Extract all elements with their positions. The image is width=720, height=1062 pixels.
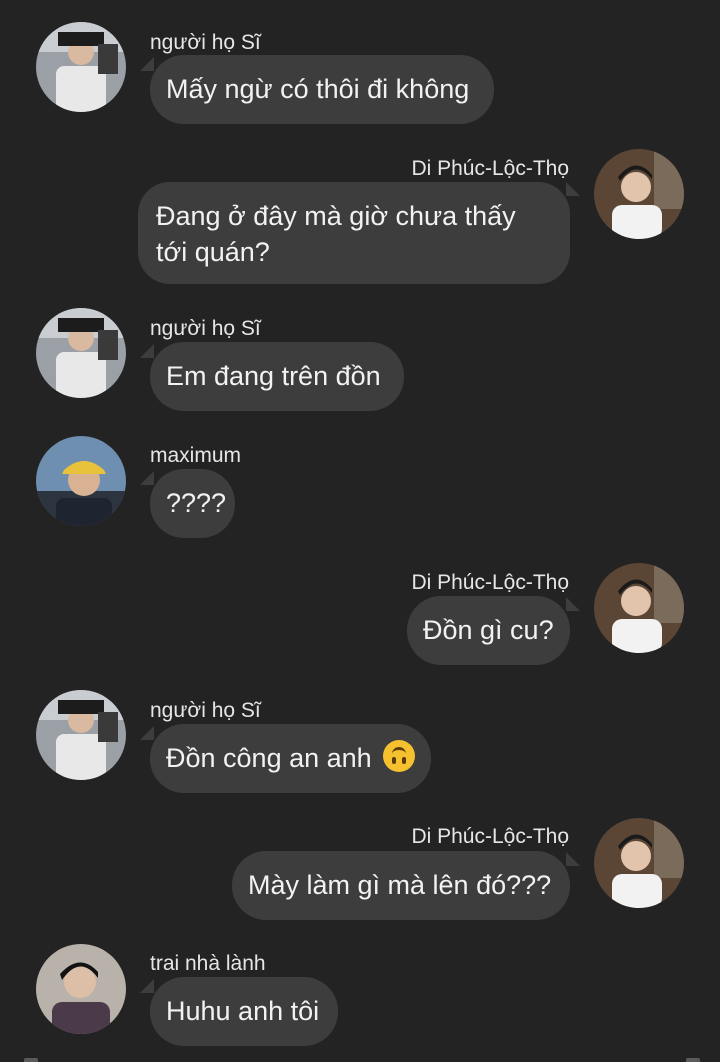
avatar-di-phuc-loc-tho[interactable] — [594, 149, 684, 239]
message-text: Đồn công an anh — [166, 743, 372, 773]
bottom-edge-marker — [24, 1058, 38, 1062]
avatar-nguoi-ho-si[interactable] — [36, 22, 126, 112]
avatar-di-phuc-loc-tho[interactable] — [594, 818, 684, 908]
sender-name: trai nhà lành — [150, 952, 266, 975]
message-bubble[interactable]: Huhu anh tôi — [150, 977, 338, 1046]
bubble-tail — [140, 344, 154, 358]
bubble-tail — [140, 471, 154, 485]
message-bubble[interactable]: Đồn công an anh — [150, 724, 431, 793]
bubble-tail — [140, 726, 154, 740]
message-bubble[interactable]: Đang ở đây mà giờ chưa thấy tới quán? — [138, 182, 570, 284]
sender-name: người họ Sĩ — [150, 31, 261, 54]
upside-down-face-emoji-icon — [383, 740, 416, 772]
message-bubble[interactable]: Mấy ngừ có thôi đi không — [150, 55, 494, 124]
sender-name: Di Phúc-Lộc-Thọ — [411, 157, 569, 180]
bubble-tail — [566, 182, 580, 196]
avatar-nguoi-ho-si[interactable] — [36, 690, 126, 780]
sender-name: người họ Sĩ — [150, 699, 261, 722]
bubble-tail — [566, 852, 580, 866]
sender-name: Di Phúc-Lộc-Thọ — [411, 825, 569, 848]
avatar-maximum[interactable] — [36, 436, 126, 526]
sender-name: maximum — [150, 444, 242, 467]
message-bubble[interactable]: Mày làm gì mà lên đó??? — [232, 851, 570, 920]
bubble-tail — [140, 979, 154, 993]
avatar-di-phuc-loc-tho[interactable] — [594, 563, 684, 653]
sender-name: người họ Sĩ — [150, 317, 261, 340]
chat-thread: người họ Sĩ Mấy ngừ có thôi đi không Di … — [0, 0, 720, 1062]
avatar-trai-nha-lanh[interactable] — [36, 944, 126, 1034]
sender-name: Di Phúc-Lộc-Thọ — [411, 571, 569, 594]
avatar-nguoi-ho-si[interactable] — [36, 308, 126, 398]
bubble-tail — [140, 57, 154, 71]
bottom-edge-marker — [686, 1058, 700, 1062]
bubble-tail — [566, 597, 580, 611]
message-bubble[interactable]: ???? — [150, 469, 235, 538]
message-bubble[interactable]: Đồn gì cu? — [407, 596, 570, 665]
message-bubble[interactable]: Em đang trên đồn — [150, 342, 404, 411]
